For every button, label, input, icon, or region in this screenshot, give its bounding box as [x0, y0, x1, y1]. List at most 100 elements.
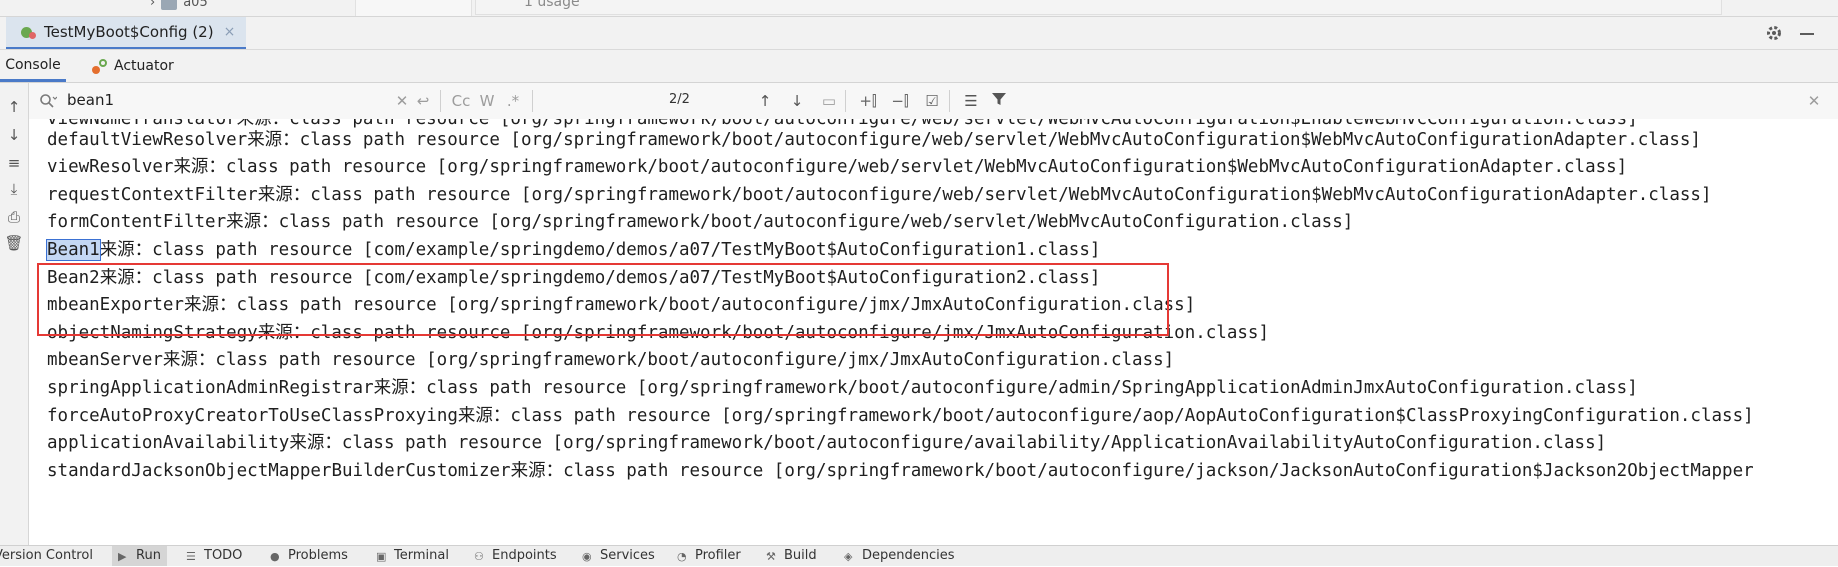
new-line-icon[interactable]: ↩: [415, 91, 431, 111]
chevron-right-icon[interactable]: ›: [150, 0, 155, 10]
console-line: applicationAvailability来源：class path res…: [47, 431, 1606, 455]
bean-name: formContentFilter: [47, 212, 227, 232]
bean-name: applicationAvailability: [47, 433, 290, 453]
bean-source: 来源：class path resource [org/springframew…: [226, 212, 1354, 232]
actuator-icon: [92, 58, 108, 74]
select-occurrences-icon[interactable]: ☑: [921, 91, 943, 111]
bean-name: defaultViewResolver: [47, 130, 248, 150]
console-line: standardJacksonObjectMapperBuilderCustom…: [47, 459, 1754, 483]
bean-source: 来源：class path resource [org/springframew…: [247, 130, 1701, 150]
btab-terminal[interactable]: ▣ Terminal: [376, 546, 449, 566]
bean-source: 来源：class path resource [org/springframew…: [373, 378, 1638, 398]
editor-gutter-fragment: [355, 0, 472, 16]
search-match-highlight: Bean1: [46, 239, 101, 261]
tree-item-label: a05: [183, 0, 208, 10]
filter-options-icon[interactable]: ☰: [961, 91, 981, 111]
close-icon[interactable]: ×: [224, 24, 236, 40]
bean-name: requestContextFilter: [47, 185, 258, 205]
bean-source: 来源：class path resource [org/springframew…: [257, 185, 1712, 205]
console-subtabs: Console Actuator: [0, 50, 1838, 83]
arrow-down-icon[interactable]: ↓: [4, 125, 24, 145]
console-search-bar: ✕ ↩ Cc W .* 2/2 ↑ ↓ ▭ +⫿ −⫿ ☑ ☰ ✕: [29, 83, 1838, 120]
bean-name: forceAutoProxyCreatorToUseClassProxying: [47, 406, 458, 426]
separator: [949, 90, 950, 112]
annotation-highlight-box: [37, 263, 1169, 336]
whole-words-toggle[interactable]: W: [479, 91, 495, 111]
btab-build-label: Build: [784, 548, 817, 563]
console-line: formContentFilter来源：class path resource …: [47, 210, 1353, 234]
bean-name: standardJacksonObjectMapperBuilderCustom…: [47, 461, 511, 481]
terminal-icon: ▣: [376, 549, 387, 563]
console-left-toolbar: ↑ ↓ ≡ ⤓ ⎙ 🗑: [0, 83, 29, 545]
console-line: requestContextFilter来源：class path resour…: [47, 183, 1712, 207]
regex-toggle[interactable]: .*: [503, 91, 523, 111]
btab-version-control-label: Version Control: [0, 548, 93, 563]
next-occurrence-icon[interactable]: ↓: [789, 91, 805, 111]
clear-search-icon[interactable]: ✕: [395, 91, 409, 111]
btab-services[interactable]: ◉ Services: [582, 546, 655, 566]
usage-hint-label: 1 usage: [524, 0, 580, 10]
console-line: defaultViewResolver来源：class path resourc…: [47, 128, 1701, 152]
bean-source: 来源：class path resource [org/springframew…: [289, 433, 1607, 453]
spring-boot-app-icon: [20, 24, 36, 40]
previous-occurrence-icon[interactable]: ↑: [757, 91, 773, 111]
add-occurrence-icon[interactable]: +⫿: [857, 91, 879, 111]
btab-todo[interactable]: ☰ TODO: [186, 546, 242, 566]
bean-source: 来源：class path resource [org/springframew…: [173, 157, 1628, 177]
services-icon: ◉: [582, 549, 592, 563]
btab-version-control[interactable]: Version Control: [0, 546, 93, 566]
tab-actuator[interactable]: Actuator: [92, 50, 174, 82]
bean-source: 来源：class path resource [org/springframew…: [457, 406, 1754, 426]
run-icon: ▶: [118, 549, 127, 563]
btab-run[interactable]: ▶ Run: [112, 546, 167, 566]
btab-todo-label: TODO: [204, 548, 243, 563]
usage-hint[interactable]: 1 usage: [475, 0, 1722, 15]
btab-endpoints-label: Endpoints: [492, 548, 557, 563]
scroll-to-end-icon[interactable]: ⤓: [4, 179, 24, 199]
tool-window-bar: Version Control ▶ Run ☰ TODO ● Problems ▣ Te…: [0, 545, 1838, 566]
console-line: mbeanServer来源：class path resource [org/s…: [47, 348, 1174, 372]
btab-run-label: Run: [136, 548, 161, 563]
btab-endpoints[interactable]: ⚇ Endpoints: [474, 546, 557, 566]
folder-icon: [161, 0, 178, 10]
btab-dependencies[interactable]: ◈ Dependencies: [844, 546, 955, 566]
close-search-icon[interactable]: ✕: [1807, 91, 1821, 111]
print-icon[interactable]: ⎙: [4, 207, 24, 227]
arrow-up-icon[interactable]: ↑: [4, 97, 24, 117]
minimize-icon[interactable]: [1800, 33, 1814, 35]
bean-name: springApplicationAdminRegistrar: [47, 378, 374, 398]
run-config-tab[interactable]: TestMyBoot$Config (2) ×: [6, 17, 246, 49]
bean-source: 来源：class path resource [org/springframew…: [510, 461, 1754, 481]
run-config-tab-label: TestMyBoot$Config (2): [44, 23, 214, 41]
build-icon: ⚒: [766, 549, 776, 563]
endpoints-icon: ⚇: [474, 549, 484, 563]
select-all-occurrences-icon[interactable]: ▭: [821, 91, 837, 111]
match-case-toggle[interactable]: Cc: [451, 91, 471, 111]
btab-terminal-label: Terminal: [394, 548, 449, 563]
separator: [532, 90, 533, 112]
btab-problems-label: Problems: [288, 548, 348, 563]
btab-profiler-label: Profiler: [695, 548, 741, 563]
filter-icon[interactable]: [989, 91, 1009, 111]
remove-occurrence-icon[interactable]: −⫿: [889, 91, 911, 111]
btab-problems[interactable]: ● Problems: [270, 546, 348, 566]
project-tree-fragment[interactable]: › a05: [150, 0, 208, 16]
soft-wrap-icon[interactable]: ≡: [4, 153, 24, 173]
tab-actuator-label: Actuator: [114, 58, 174, 74]
match-count: 2/2: [669, 92, 690, 107]
search-icon[interactable]: [39, 93, 58, 109]
trash-icon[interactable]: 🗑: [4, 233, 24, 253]
tab-console[interactable]: Console: [0, 50, 66, 82]
bean-name: viewResolver: [47, 157, 174, 177]
console-line-match: Bean1来源：class path resource [com/example…: [46, 238, 1100, 262]
btab-profiler[interactable]: ◔ Profiler: [677, 546, 741, 566]
console-line: springApplicationAdminRegistrar来源：class …: [47, 376, 1638, 400]
btab-build[interactable]: ⚒ Build: [766, 546, 817, 566]
profiler-icon: ◔: [677, 549, 687, 563]
dependencies-icon: ◈: [844, 549, 853, 563]
bean-name: mbeanServer: [47, 350, 163, 370]
separator: [845, 90, 846, 112]
console-line: forceAutoProxyCreatorToUseClassProxying来…: [47, 404, 1754, 428]
gear-icon[interactable]: [1765, 24, 1783, 42]
console-line: viewResolver来源：class path resource [org/…: [47, 155, 1627, 179]
